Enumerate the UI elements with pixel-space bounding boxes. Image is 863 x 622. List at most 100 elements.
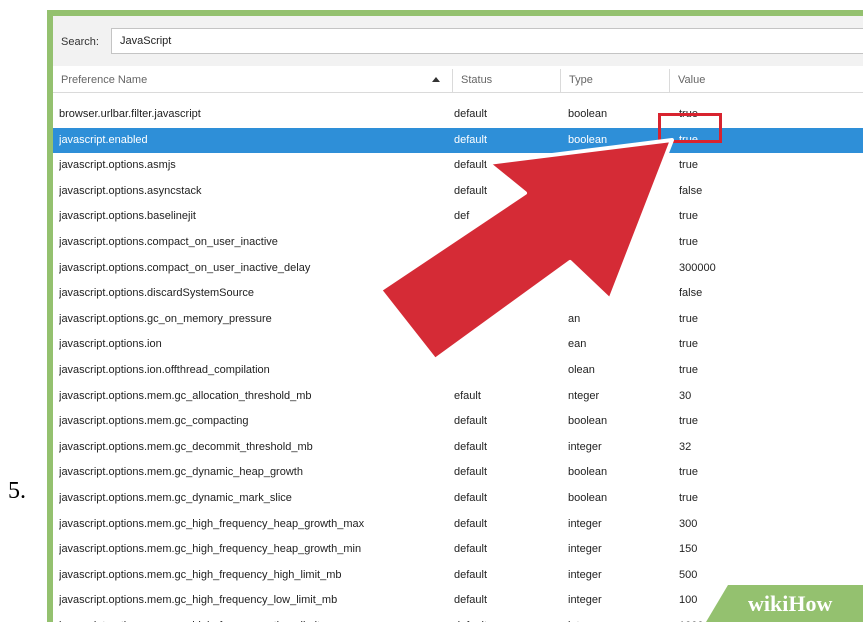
value-cell: true <box>679 312 698 325</box>
status-cell: default <box>454 440 488 453</box>
watermark-how: How <box>788 591 833 616</box>
search-label: Search: <box>61 36 99 48</box>
table-row[interactable]: javascript.options.mem.gc_dynamic_heap_g… <box>53 460 863 486</box>
status-cell: default <box>454 184 488 197</box>
type-cell: integer <box>568 517 602 530</box>
status-cell: default <box>454 133 488 146</box>
wikihow-watermark: wikiHow <box>706 585 863 622</box>
value-cell: true <box>679 466 698 479</box>
column-header-value[interactable]: Value <box>670 69 863 92</box>
type-cell: boolean <box>568 466 608 479</box>
pref-name-cell: javascript.options.mem.gc_dynamic_heap_g… <box>59 466 303 479</box>
column-header-label: Type <box>569 74 593 86</box>
search-input[interactable] <box>111 28 863 54</box>
column-header-type[interactable]: Type <box>561 69 670 92</box>
type-cell: boolean <box>568 491 608 504</box>
value-cell: 300000 <box>679 261 716 274</box>
pref-name-cell: javascript.options.mem.gc_high_frequency… <box>59 594 338 607</box>
pref-name-cell: javascript.options.mem.gc_dynamic_mark_s… <box>59 491 292 504</box>
status-cell: default <box>454 568 488 581</box>
type-cell: olean <box>568 363 595 376</box>
table-row[interactable]: javascript.options.mem.gc_dynamic_mark_s… <box>53 486 863 512</box>
table-row[interactable]: javascript.options.mem.gc_compacting defa… <box>53 409 863 435</box>
table-row[interactable]: javascript.options.gc_on_memory_pressure… <box>53 307 863 333</box>
pref-name-cell: javascript.options.ion <box>59 338 162 351</box>
status-cell: default <box>454 491 488 504</box>
step-number: 5. <box>8 478 26 504</box>
pref-name-cell: javascript.options.mem.gc_compacting <box>59 415 249 428</box>
table-row[interactable]: javascript.options.mem.gc_high_frequency… <box>53 512 863 538</box>
type-cell: integer <box>568 594 602 607</box>
pref-name-cell: javascript.options.compact_on_user_inact… <box>59 261 311 274</box>
pref-name-cell: javascript.options.mem.gc_allocation_thr… <box>59 389 312 402</box>
status-cell: default <box>454 517 488 530</box>
value-cell: true <box>679 415 698 428</box>
column-header-label: Value <box>678 74 706 86</box>
pref-name-cell: javascript.options.mem.gc_high_frequency… <box>59 517 365 530</box>
pref-name-cell: javascript.options.ion.offthread_compila… <box>59 363 270 376</box>
column-header-label: Preference Name <box>61 74 148 86</box>
table-row[interactable]: javascript.options.mem.gc_high_frequency… <box>53 537 863 563</box>
status-cell: efault <box>454 389 481 402</box>
status-cell: def <box>454 210 470 223</box>
column-header-preference-name[interactable]: Preference Name <box>53 69 453 92</box>
table-row[interactable]: javascript.options.discardSystemSource de… <box>53 281 863 307</box>
status-cell: default <box>454 466 488 479</box>
type-cell: nteger <box>568 389 600 402</box>
pref-name-cell: browser.urlbar.filter.javascript <box>59 108 201 120</box>
pref-name-cell: javascript.options.mem.gc_high_frequency… <box>59 543 362 556</box>
preferences-list: browser.urlbar.filter.javascript default b… <box>53 102 863 622</box>
type-cell: integer <box>568 614 668 622</box>
value-cell: 32 <box>679 440 692 453</box>
table-row[interactable]: javascript.options.compact_on_user_inact… <box>53 256 863 282</box>
type-cell: boolean <box>568 415 608 428</box>
type-cell: boolean <box>568 159 608 172</box>
value-cell: false <box>679 184 703 197</box>
type-cell: integer <box>568 543 602 556</box>
table-row[interactable]: javascript.options.mem.gc_allocation_thr… <box>53 384 863 410</box>
sort-ascending-icon <box>432 77 440 82</box>
pref-name-cell: javascript.options.mem.gc_high_frequency… <box>59 568 342 581</box>
table-row[interactable]: javascript.options.compact_on_user_inact… <box>53 230 863 256</box>
table-row[interactable]: javascript.options.baselinejit def true <box>53 204 863 230</box>
column-header-label: Status <box>461 74 493 86</box>
pref-name-cell: javascript.options.asmjs <box>59 159 176 172</box>
type-cell: boolean <box>568 133 608 146</box>
table-row[interactable]: javascript.options.ion ean true <box>53 332 863 358</box>
type-cell: integer <box>568 440 602 453</box>
pref-name-cell: javascript.options.mem.gc_high_frequency… <box>59 614 449 622</box>
value-cell: true <box>679 210 698 223</box>
pref-name-cell: javascript.options.baselinejit <box>59 210 196 223</box>
table-row[interactable]: javascript.enabled default boolean true <box>53 127 863 154</box>
type-cell: boolean <box>568 108 608 120</box>
type-cell: integer <box>568 568 602 581</box>
status-cell: default <box>454 543 488 556</box>
value-cell: true <box>679 491 698 504</box>
pref-name-cell: javascript.enabled <box>59 133 148 146</box>
status-cell: default <box>454 415 488 428</box>
pref-name-cell: javascript.options.gc_on_memory_pressure <box>59 312 272 325</box>
table-row[interactable]: javascript.options.asyncstack default fals… <box>53 179 863 205</box>
table-row[interactable]: browser.urlbar.filter.javascript default b… <box>53 102 863 128</box>
value-cell: true <box>679 338 698 351</box>
status-cell: default <box>454 614 554 622</box>
type-cell: an <box>568 312 581 325</box>
value-cell: true <box>679 235 698 248</box>
value-highlight-box <box>658 113 722 143</box>
table-row[interactable]: javascript.options.asmjs default boolean tr… <box>53 153 863 179</box>
value-cell: true <box>679 159 698 172</box>
pref-name-cell: javascript.options.compact_on_user_inact… <box>59 235 278 248</box>
status-cell: default <box>454 594 488 607</box>
table-row[interactable]: javascript.options.mem.gc_decommit_thres… <box>53 435 863 461</box>
status-cell: default <box>454 108 488 120</box>
pref-name-cell: javascript.options.asyncstack <box>59 184 202 197</box>
about-config-panel: Search: Preference Name Status Type Valu… <box>53 16 863 622</box>
table-header: Preference Name Status Type Value <box>53 69 863 93</box>
value-cell: true <box>679 363 698 376</box>
table-row[interactable]: javascript.options.ion.offthread_compila… <box>53 358 863 384</box>
column-header-status[interactable]: Status <box>453 69 561 92</box>
search-bar: Search: <box>53 16 863 66</box>
pref-name-cell: javascript.options.mem.gc_decommit_thres… <box>59 440 313 453</box>
status-cell: default <box>454 159 488 172</box>
watermark-text: wikiHow <box>748 591 832 617</box>
